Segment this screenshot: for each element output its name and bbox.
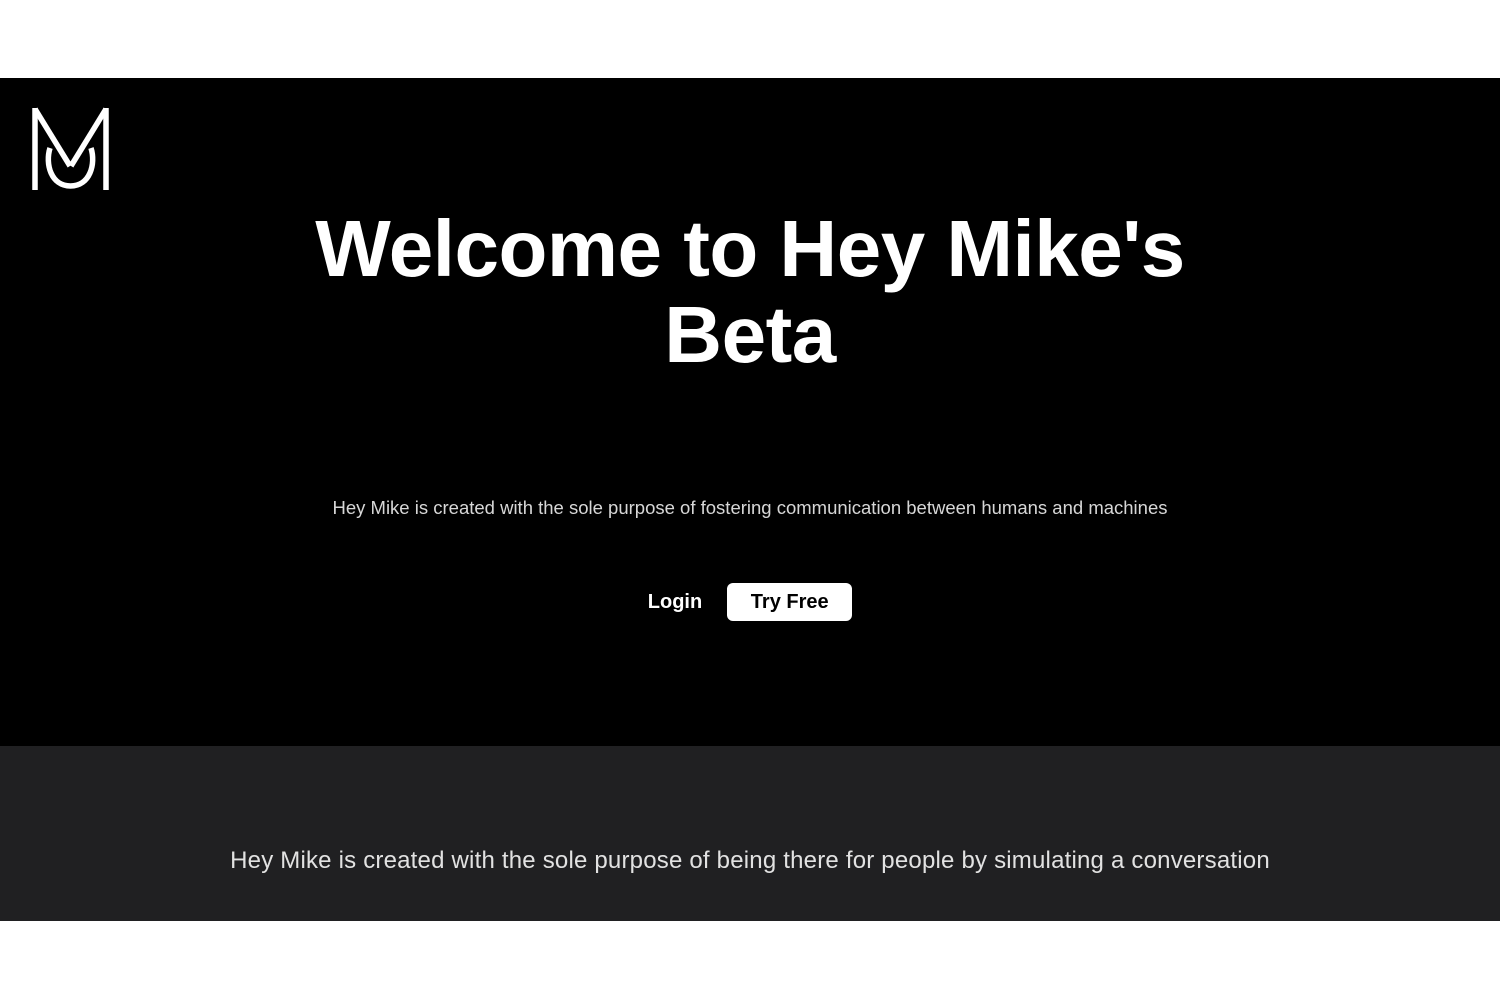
try-free-button[interactable]: Try Free — [727, 583, 853, 621]
hero-title: Welcome to Hey Mike's Beta — [0, 206, 1500, 378]
about-section: Hey Mike is created with the sole purpos… — [0, 746, 1500, 921]
login-button[interactable]: Login — [648, 583, 702, 621]
about-text: Hey Mike is created with the sole purpos… — [230, 847, 1270, 874]
hero-section: Welcome to Hey Mike's Beta Hey Mike is c… — [0, 78, 1500, 746]
hero-subtitle: Hey Mike is created with the sole purpos… — [332, 497, 1168, 518]
hero-title-line-1: Welcome to Hey Mike's — [315, 204, 1185, 293]
hey-mike-logo-icon[interactable] — [31, 106, 111, 190]
top-spacer — [0, 0, 1500, 78]
bottom-spacer — [0, 921, 1500, 1000]
cta-button-group: Login Try Free — [0, 583, 1500, 621]
hero-title-line-2: Beta — [664, 290, 836, 379]
